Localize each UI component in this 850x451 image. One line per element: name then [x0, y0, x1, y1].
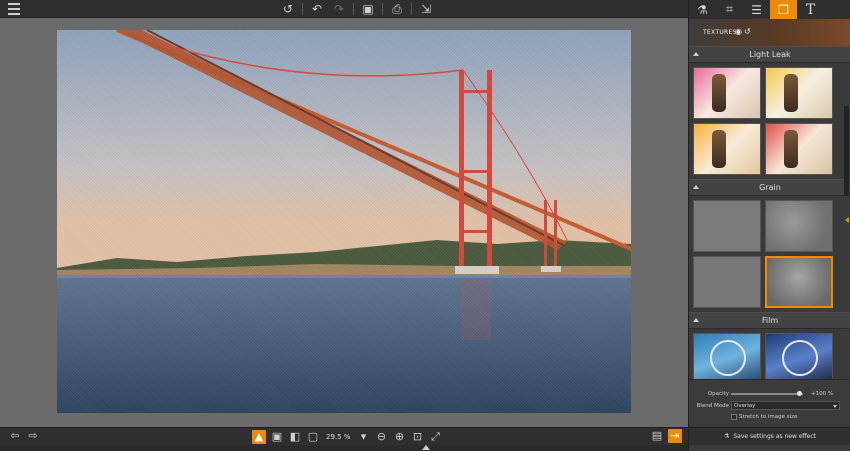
section-film[interactable]: Film: [689, 312, 850, 329]
save-icon[interactable]: ▣: [360, 1, 376, 17]
collapse-triangle-icon: [693, 318, 699, 322]
edited-photo[interactable]: [57, 30, 631, 413]
toolbar-divider: [353, 3, 354, 15]
visibility-eye-icon[interactable]: ◉: [735, 27, 742, 36]
textures-label: TEXTURES: [703, 29, 737, 36]
save-settings-label: Save settings as new effect: [733, 433, 817, 440]
actual-size-icon[interactable]: ⊡: [410, 430, 424, 444]
stretch-row: Stretch to image size: [689, 413, 850, 423]
section-grain[interactable]: Grain: [689, 179, 850, 196]
blend-mode-value: Overlay: [734, 403, 756, 409]
bridge-photo: [57, 30, 631, 413]
top-toolbar: ↺ ↶ ↷ ▣ ⎙ ⇲: [0, 0, 688, 18]
undo-all-icon[interactable]: ↺: [280, 1, 296, 17]
film-thumbs: [689, 329, 850, 379]
fit-screen-icon[interactable]: ▢: [306, 430, 320, 444]
texture-thumb[interactable]: [693, 200, 761, 252]
texture-thumb[interactable]: [765, 333, 833, 379]
section-title: Film: [761, 316, 779, 325]
collapse-triangle-icon: [693, 185, 699, 189]
collapse-triangle-icon: [693, 52, 699, 56]
toolbar-divider: [302, 3, 303, 15]
text-icon[interactable]: T: [797, 0, 824, 19]
canvas-area[interactable]: [0, 18, 688, 427]
image-view-icon[interactable]: ▣: [270, 430, 284, 444]
textures-list[interactable]: Light Leak Grain Film: [689, 46, 850, 379]
panel-scrollbar[interactable]: [844, 106, 849, 196]
panel-toggle-icon[interactable]: ⇥: [668, 429, 682, 443]
adjust-icon[interactable]: ☰: [743, 0, 770, 19]
opacity-value: +100 %: [811, 391, 834, 397]
crop-icon[interactable]: ⌗: [716, 0, 743, 19]
texture-thumb[interactable]: [765, 123, 833, 175]
undo-icon[interactable]: ↶: [309, 1, 325, 17]
expand-notch-icon[interactable]: [422, 445, 430, 450]
section-title: Light Leak: [749, 50, 791, 59]
toolbar-divider: [411, 3, 412, 15]
texture-thumb[interactable]: [765, 67, 833, 119]
toolbar-divider: [382, 3, 383, 15]
redo-icon[interactable]: ↷: [331, 1, 347, 17]
zoom-out-icon[interactable]: ⊖: [374, 430, 388, 444]
compare-view-icon[interactable]: ▲: [252, 430, 266, 444]
print-icon[interactable]: ⎙: [389, 1, 405, 17]
zoom-in-icon[interactable]: ⊕: [392, 430, 406, 444]
flask-icon[interactable]: ⚗: [689, 0, 716, 19]
zoom-dropdown-icon[interactable]: ▾: [356, 430, 370, 444]
section-light-leak[interactable]: Light Leak: [689, 46, 850, 63]
stretch-checkbox[interactable]: [731, 414, 737, 420]
edit-toolbar-group: ↺ ↶ ↷ ▣ ⎙ ⇲: [280, 1, 434, 17]
panel-tabs: ⚗ ⌗ ☰ ❐ T: [689, 0, 850, 19]
bottom-toolbar: ⇦ ⇨ ▲ ▣ ◧ ▢ 29.5 % ▾ ⊖ ⊕ ⊡ ⤢ ▤ ⇥: [0, 427, 688, 445]
menu-icon[interactable]: [8, 3, 20, 15]
opacity-slider-knob[interactable]: [797, 391, 803, 396]
previous-arrow-icon[interactable]: ⇦: [8, 429, 22, 443]
texture-thumb-selected[interactable]: [765, 256, 833, 308]
texture-thumb[interactable]: [693, 256, 761, 308]
right-panel: ⚗ ⌗ ☰ ❐ T TEXTURES ◉ ↺ Light Leak Grain: [688, 0, 850, 451]
light-leak-thumbs: [689, 63, 850, 179]
fit-window-icon[interactable]: ⤢: [428, 430, 442, 444]
blend-mode-label: Blend Mode: [696, 403, 729, 409]
opacity-label: Opacity: [707, 391, 729, 397]
zoom-level[interactable]: 29.5 %: [324, 433, 352, 441]
chevron-down-icon: [833, 405, 837, 408]
flask-icon: ⚗: [723, 433, 730, 440]
textures-header: TEXTURES ◉ ↺: [689, 19, 850, 46]
section-title: Grain: [759, 183, 781, 192]
reset-icon[interactable]: ↺: [744, 27, 751, 36]
stretch-label: Stretch to image size: [739, 414, 798, 420]
opacity-slider[interactable]: [731, 391, 803, 396]
texture-thumb[interactable]: [765, 200, 833, 252]
opacity-row: Opacity +100 %: [689, 389, 850, 399]
share-icon[interactable]: ⇲: [418, 1, 434, 17]
blend-mode-select[interactable]: Overlay: [731, 401, 840, 410]
next-arrow-icon[interactable]: ⇨: [26, 429, 40, 443]
layers-icon[interactable]: ❐: [770, 0, 797, 19]
texture-thumb[interactable]: [693, 123, 761, 175]
texture-thumb[interactable]: [693, 333, 761, 379]
grain-thumbs: [689, 196, 850, 312]
gallery-icon[interactable]: ▤: [650, 429, 664, 443]
texture-thumb[interactable]: [693, 67, 761, 119]
save-settings-button[interactable]: ⚗ Save settings as new effect: [689, 427, 850, 445]
panel-edge-arrow-icon[interactable]: [845, 217, 849, 223]
texture-controls: Opacity +100 % Blend Mode Overlay Stretc…: [689, 379, 850, 427]
blend-mode-row: Blend Mode Overlay: [689, 401, 850, 411]
split-view-icon[interactable]: ◧: [288, 430, 302, 444]
